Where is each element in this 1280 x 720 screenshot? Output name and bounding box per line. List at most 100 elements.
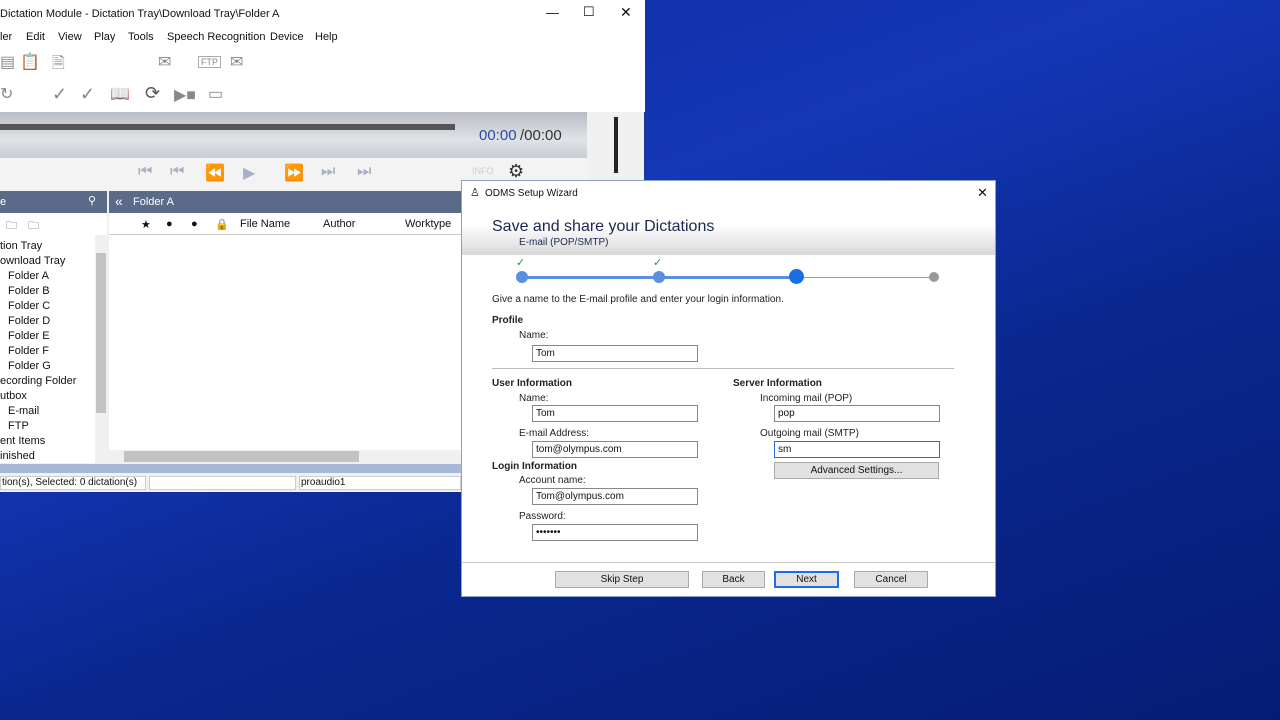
menu-file[interactable]: ler	[0, 31, 12, 43]
dictation-list[interactable]	[109, 235, 461, 450]
close-icon[interactable]: ✕	[620, 4, 632, 21]
profile-section: Profile	[492, 315, 524, 326]
wizard-header: Save and share your Dictations E-mail (P…	[462, 205, 995, 255]
lock-icon[interactable]: 🔒	[215, 218, 229, 231]
send-email-icon[interactable]: ✉	[158, 52, 171, 72]
tree-item[interactable]: E-mail	[8, 405, 39, 417]
prev-icon[interactable]: ⏮	[170, 163, 184, 181]
time-current: 00:00	[479, 127, 517, 144]
tree-item[interactable]: Folder A	[8, 270, 49, 282]
wizard-subheading: E-mail (POP/SMTP)	[519, 237, 609, 248]
check-delete-icon[interactable]: ✓	[80, 84, 95, 105]
tree-item[interactable]: FTP	[8, 420, 29, 432]
tree-item[interactable]: ent Items	[0, 435, 45, 447]
tree-item[interactable]: Folder C	[8, 300, 50, 312]
next-icon[interactable]: ⏭	[321, 163, 335, 181]
footer-divider	[462, 562, 995, 563]
gear-icon[interactable]: ⚙	[508, 161, 524, 182]
ftp-icon[interactable]: FTP	[198, 56, 221, 68]
rewind-icon[interactable]: ⏪	[205, 163, 225, 183]
star-icon[interactable]: ★	[141, 218, 151, 231]
col-worktype[interactable]: Worktype	[405, 218, 451, 230]
tree-item[interactable]: ecording Folder	[0, 375, 76, 387]
wizard-heading: Save and share your Dictations	[492, 218, 715, 235]
advanced-settings-button[interactable]: Advanced Settings...	[774, 462, 939, 479]
clipboard-icon[interactable]: 📋	[20, 52, 40, 72]
refresh-doc-icon[interactable]: ↻	[0, 84, 13, 104]
folder-settings-icon[interactable]: 🗀	[28, 217, 39, 236]
tree-item[interactable]: Folder G	[8, 360, 51, 372]
priority-icon[interactable]: ●	[191, 218, 198, 230]
tree-item[interactable]: utbox	[0, 390, 27, 402]
skip-end-icon[interactable]: ⏭	[357, 163, 371, 181]
time-total: /00:00	[520, 127, 562, 144]
smtp-input[interactable]: sm	[774, 441, 940, 458]
folder-icon[interactable]: 🗀	[6, 217, 17, 236]
login-section: Login Information	[492, 461, 577, 472]
pop-input[interactable]: pop	[774, 405, 940, 422]
play-icon[interactable]: ▶	[243, 163, 255, 183]
menu-speech-recognition[interactable]: Speech Recognition	[167, 31, 265, 43]
tree-pane-title: e	[0, 196, 7, 208]
menu-help[interactable]: Help	[315, 31, 338, 43]
tree-pane-header: e ⚲	[0, 191, 107, 213]
email-input[interactable]: tom@olympus.com	[532, 441, 698, 458]
comment-icon[interactable]: ●	[166, 218, 173, 230]
tree-item[interactable]: Folder F	[8, 345, 49, 357]
list-hscrollbar[interactable]	[109, 450, 461, 463]
check-icon[interactable]: ✓	[52, 84, 67, 105]
skip-start-icon[interactable]: ⏮	[138, 163, 152, 181]
position-slider[interactable]	[0, 124, 455, 130]
profile-name-input[interactable]: Tom	[532, 345, 698, 362]
document-icon[interactable]: ▤	[0, 52, 15, 72]
instruction-text: Give a name to the E-mail profile and en…	[492, 294, 784, 305]
tree-item[interactable]: Folder E	[8, 330, 50, 342]
menu-device[interactable]: Device	[270, 31, 304, 43]
status-bar: tion(s), Selected: 0 dictation(s) proaud…	[0, 474, 461, 492]
info-icon[interactable]: INFO	[472, 166, 494, 176]
pin-icon[interactable]: ⚲	[88, 194, 96, 207]
play-stop-icon[interactable]: ▶■	[174, 85, 196, 105]
splitter[interactable]	[0, 464, 461, 473]
title-bar: Dictation Module - Dictation Tray\Downlo…	[0, 0, 645, 28]
tree-item[interactable]: ownload Tray	[0, 255, 65, 267]
fast-forward-icon[interactable]: ⏩	[284, 163, 304, 183]
menu-play[interactable]: Play	[94, 31, 115, 43]
profile-name-label: Name:	[519, 330, 549, 341]
volume-slider[interactable]	[614, 117, 618, 173]
password-input[interactable]: •••••••	[532, 524, 698, 541]
tree-item[interactable]: Folder B	[8, 285, 50, 297]
setup-wizard-dialog: ♙ ODMS Setup Wizard ✕ Save and share you…	[461, 180, 996, 597]
tree-item[interactable]: inished	[0, 450, 35, 462]
col-author[interactable]: Author	[323, 218, 355, 230]
close-icon[interactable]: ✕	[977, 185, 988, 201]
list-pane-header: « Folder A	[109, 191, 461, 213]
receive-email-icon[interactable]: ✉	[230, 52, 243, 72]
transcribe-icon[interactable]: ▭	[208, 84, 223, 104]
menu-edit[interactable]: Edit	[26, 31, 45, 43]
book-icon[interactable]: 📖	[110, 84, 130, 104]
minimize-icon[interactable]: —	[546, 5, 559, 20]
tree-scrollbar[interactable]	[95, 235, 107, 463]
scrollbar-thumb[interactable]	[96, 253, 106, 413]
sync-icon[interactable]: ⟳	[145, 83, 160, 104]
menu-tools[interactable]: Tools	[128, 31, 154, 43]
scrollbar-thumb[interactable]	[124, 451, 359, 462]
account-input[interactable]: Tom@olympus.com	[532, 488, 698, 505]
next-button[interactable]: Next	[774, 571, 839, 588]
collapse-icon[interactable]: «	[115, 193, 123, 209]
wizard-icon: ♙	[470, 187, 480, 199]
back-button[interactable]: Back	[702, 571, 765, 588]
cancel-button[interactable]: Cancel	[854, 571, 928, 588]
tree-item[interactable]: tion Tray	[0, 240, 42, 252]
step-1	[516, 271, 528, 283]
maximize-icon[interactable]: ☐	[583, 4, 595, 20]
skip-step-button[interactable]: Skip Step	[555, 571, 689, 588]
delete-document-icon[interactable]: 🗎	[52, 52, 65, 79]
user-name-input[interactable]: Tom	[532, 405, 698, 422]
menu-view[interactable]: View	[58, 31, 82, 43]
player-bar: 00:00 /00:00	[0, 112, 587, 158]
tree-item[interactable]: Folder D	[8, 315, 50, 327]
progress-remaining-line	[797, 277, 935, 278]
col-file-name[interactable]: File Name	[240, 218, 290, 230]
